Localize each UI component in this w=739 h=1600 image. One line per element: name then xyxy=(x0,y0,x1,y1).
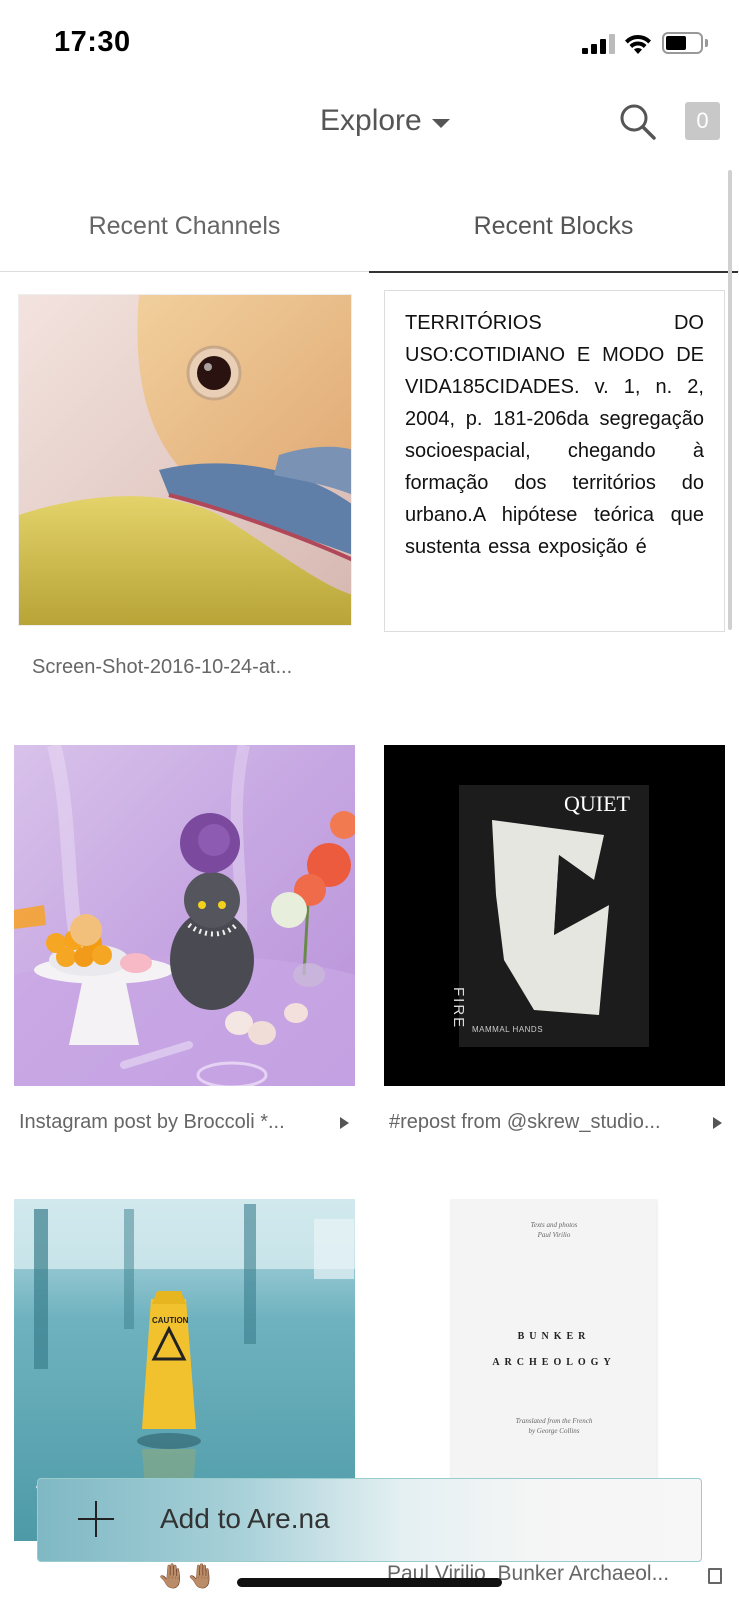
hands-emoji: 🤚🏽🤚🏽 xyxy=(157,1563,217,1590)
block-caption[interactable]: Screen-Shot-2016-10-24-at... xyxy=(32,656,342,679)
explore-label: Explore xyxy=(320,104,422,137)
block-text-content: TERRITÓRIOS DO USO:COTIDIANO E MODO DE V… xyxy=(405,312,704,558)
album-cover-image xyxy=(384,745,725,1086)
blocks-count-badge[interactable]: 0 xyxy=(685,102,720,140)
block-caption[interactable]: #repost from @skrew_studio... xyxy=(389,1111,694,1134)
play-icon xyxy=(340,1117,349,1129)
explore-dropdown[interactable]: Explore xyxy=(320,104,450,138)
book-bottom-text-1: Translated from the French xyxy=(515,1417,593,1425)
block-image-cat[interactable] xyxy=(14,745,355,1086)
scroll-indicator xyxy=(728,170,732,630)
book-title-2: ARCHEOLOGY xyxy=(492,1357,616,1368)
wifi-icon xyxy=(625,34,651,54)
tab-recent-blocks[interactable]: Recent Blocks xyxy=(369,180,738,273)
cellular-signal-icon xyxy=(582,34,616,54)
app-header: Explore 0 xyxy=(0,90,739,170)
book-title-1: BUNKER xyxy=(517,1331,591,1342)
block-image-album-cover[interactable]: QUIET FIRE MAMMAL HANDS xyxy=(384,745,725,1086)
block-image-pelican[interactable] xyxy=(18,294,352,626)
book-author: Paul Virilio xyxy=(537,1231,571,1239)
book-top-text: Texts and photos xyxy=(530,1221,578,1229)
album-title: QUIET xyxy=(564,791,630,816)
tab-bar: Recent Channels Recent Blocks xyxy=(0,180,739,273)
caret-down-icon xyxy=(431,118,450,128)
album-side-text: FIRE xyxy=(450,987,467,1030)
add-to-arena-button[interactable]: Add to Are.na xyxy=(37,1478,702,1562)
caution-sign-text: CAUTION xyxy=(152,1316,189,1325)
pelican-image xyxy=(19,295,351,625)
status-bar: 17:30 xyxy=(0,0,739,90)
cat-image xyxy=(14,745,355,1086)
battery-icon xyxy=(662,32,708,54)
add-to-arena-label: Add to Are.na xyxy=(160,1503,330,1534)
search-icon[interactable] xyxy=(618,102,658,142)
block-text[interactable]: TERRITÓRIOS DO USO:COTIDIANO E MODO DE V… xyxy=(384,290,725,632)
document-icon xyxy=(708,1568,722,1584)
block-caption[interactable]: Instagram post by Broccoli *... xyxy=(19,1111,324,1134)
book-bottom-text-2: by George Collins xyxy=(528,1427,580,1435)
play-icon xyxy=(713,1117,722,1129)
status-time: 17:30 xyxy=(54,26,131,58)
tab-recent-channels[interactable]: Recent Channels xyxy=(0,180,369,272)
plus-icon xyxy=(78,1501,114,1537)
home-indicator[interactable] xyxy=(237,1578,502,1587)
album-artist: MAMMAL HANDS xyxy=(472,1025,544,1034)
